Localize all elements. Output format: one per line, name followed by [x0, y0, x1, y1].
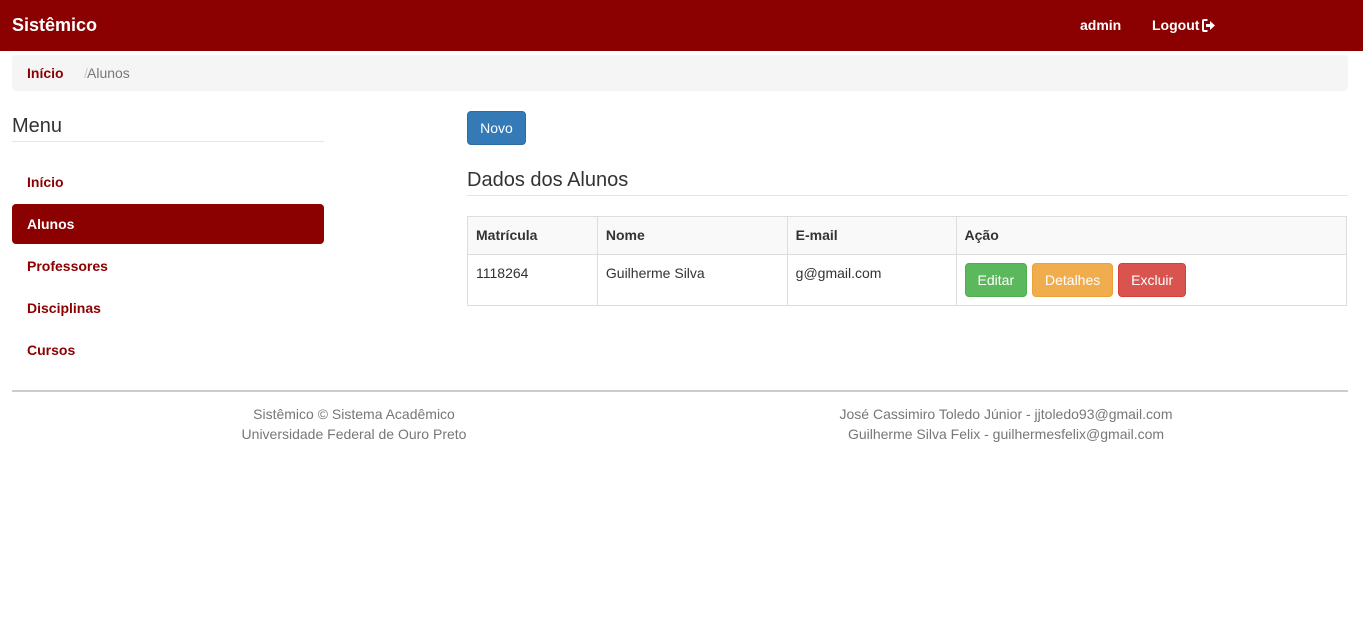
table-row: 1118264 Guilherme Silva g@gmail.com Edit…: [467, 254, 1348, 306]
delete-button[interactable]: Excluir: [1118, 263, 1187, 297]
logout-link[interactable]: Logout: [1152, 17, 1216, 33]
sidebar-item-professores[interactable]: Professores: [12, 246, 324, 286]
sidebar-item-inicio[interactable]: Início: [12, 162, 324, 202]
footer-copyright: Sistêmico © Sistema Acadêmico: [253, 406, 455, 422]
sidebar-item-disciplinas[interactable]: Disciplinas: [12, 288, 324, 328]
details-button[interactable]: Detalhes: [1032, 263, 1114, 297]
menu-divider: [12, 141, 324, 142]
cell-email: g@gmail.com: [786, 254, 957, 306]
footer-right: José Cassimiro Toledo Júnior - jjtoledo9…: [776, 404, 1236, 444]
students-table: Matrícula Nome E-mail Ação 1118264 Guilh…: [467, 216, 1348, 306]
footer-university: Universidade Federal de Ouro Preto: [241, 426, 467, 442]
brand-title[interactable]: Sistêmico: [12, 15, 97, 35]
breadcrumb-home-link[interactable]: Início: [27, 65, 64, 81]
logout-label: Logout: [1152, 17, 1200, 33]
edit-button[interactable]: Editar: [964, 263, 1028, 297]
top-navbar: Sistêmico admin Logout: [0, 0, 1363, 51]
page-title: Dados dos Alunos: [467, 169, 629, 191]
sign-out-icon: [1202, 18, 1216, 32]
user-menu-link[interactable]: admin: [1080, 17, 1121, 33]
column-header-nome: Nome: [596, 216, 788, 255]
cell-actions: Editar Detalhes Excluir: [955, 254, 1348, 306]
column-header-matricula: Matrícula: [467, 216, 598, 255]
footer-author-2: Guilherme Silva Felix - guilhermesfelix@…: [847, 426, 1165, 442]
footer-left: Sistêmico © Sistema Acadêmico Universida…: [184, 404, 524, 444]
breadcrumb-current: Alunos: [87, 65, 130, 81]
footer-author-1: José Cassimiro Toledo Júnior - jjtoledo9…: [839, 406, 1173, 422]
column-header-acao: Ação: [955, 216, 1348, 255]
column-header-email: E-mail: [786, 216, 957, 255]
menu-heading: Menu: [12, 115, 63, 137]
sidebar-item-cursos[interactable]: Cursos: [12, 330, 324, 370]
table-header-row: Matrícula Nome E-mail Ação: [467, 216, 1348, 255]
title-divider: [467, 195, 1348, 196]
breadcrumb: Início / Alunos: [12, 55, 1348, 91]
footer-divider: [12, 390, 1348, 392]
cell-matricula: 1118264: [467, 254, 598, 306]
sidebar-item-alunos[interactable]: Alunos: [12, 204, 324, 244]
cell-nome: Guilherme Silva: [596, 254, 788, 306]
new-student-button[interactable]: Novo: [467, 111, 526, 145]
